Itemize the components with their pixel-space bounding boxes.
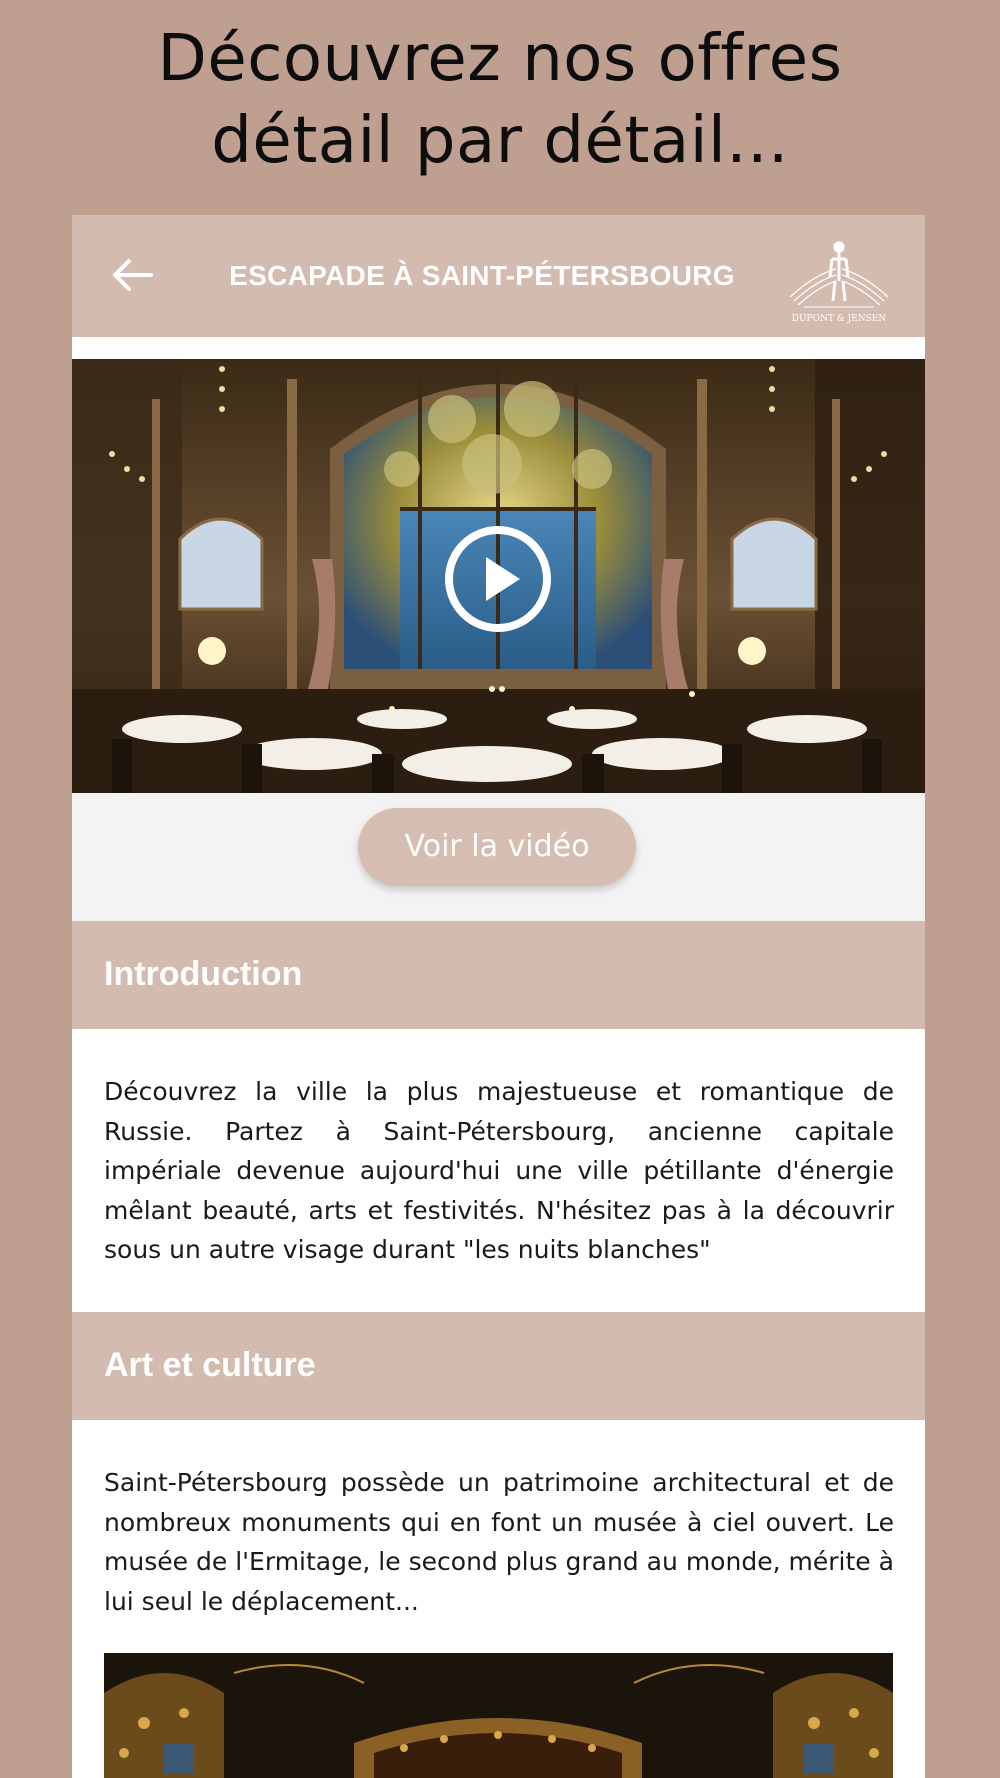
arrow-left-icon bbox=[113, 259, 153, 291]
offer-title: ESCAPADE À SAINT-PÉTERSBOURG bbox=[229, 260, 735, 291]
divider bbox=[72, 337, 925, 359]
headline-line-1: Découvrez nos offres bbox=[157, 22, 843, 96]
section-header-art-culture: Art et culture bbox=[72, 1312, 925, 1420]
play-icon[interactable] bbox=[443, 524, 553, 634]
section-title: Introduction bbox=[104, 955, 303, 993]
section-title: Art et culture bbox=[104, 1346, 316, 1384]
section-header-introduction: Introduction bbox=[72, 921, 925, 1029]
back-button[interactable] bbox=[108, 251, 156, 299]
video-preview[interactable] bbox=[72, 359, 925, 793]
logo-text: DUPONT & JENSEN bbox=[792, 314, 887, 324]
top-bar: ESCAPADE À SAINT-PÉTERSBOURG DUPONT & JE… bbox=[72, 215, 925, 337]
section-text-art-culture: Saint-Pétersbourg possède un patrimoine … bbox=[104, 1468, 894, 1616]
headline-line-2: détail par détail... bbox=[211, 104, 789, 178]
brand-logo: DUPONT & JENSEN bbox=[789, 241, 889, 324]
page-headline: Découvrez nos offres détail par détail..… bbox=[0, 18, 1000, 182]
theatre-interior-image bbox=[104, 1653, 893, 1778]
watch-video-button[interactable]: Voir la vidéo bbox=[358, 808, 636, 886]
video-button-area: Voir la vidéo bbox=[72, 793, 925, 921]
app-screen: ESCAPADE À SAINT-PÉTERSBOURG DUPONT & JE… bbox=[72, 215, 925, 1778]
section-text-introduction: Découvrez la ville la plus majestueuse e… bbox=[104, 1077, 894, 1264]
theatre-image bbox=[104, 1653, 893, 1778]
